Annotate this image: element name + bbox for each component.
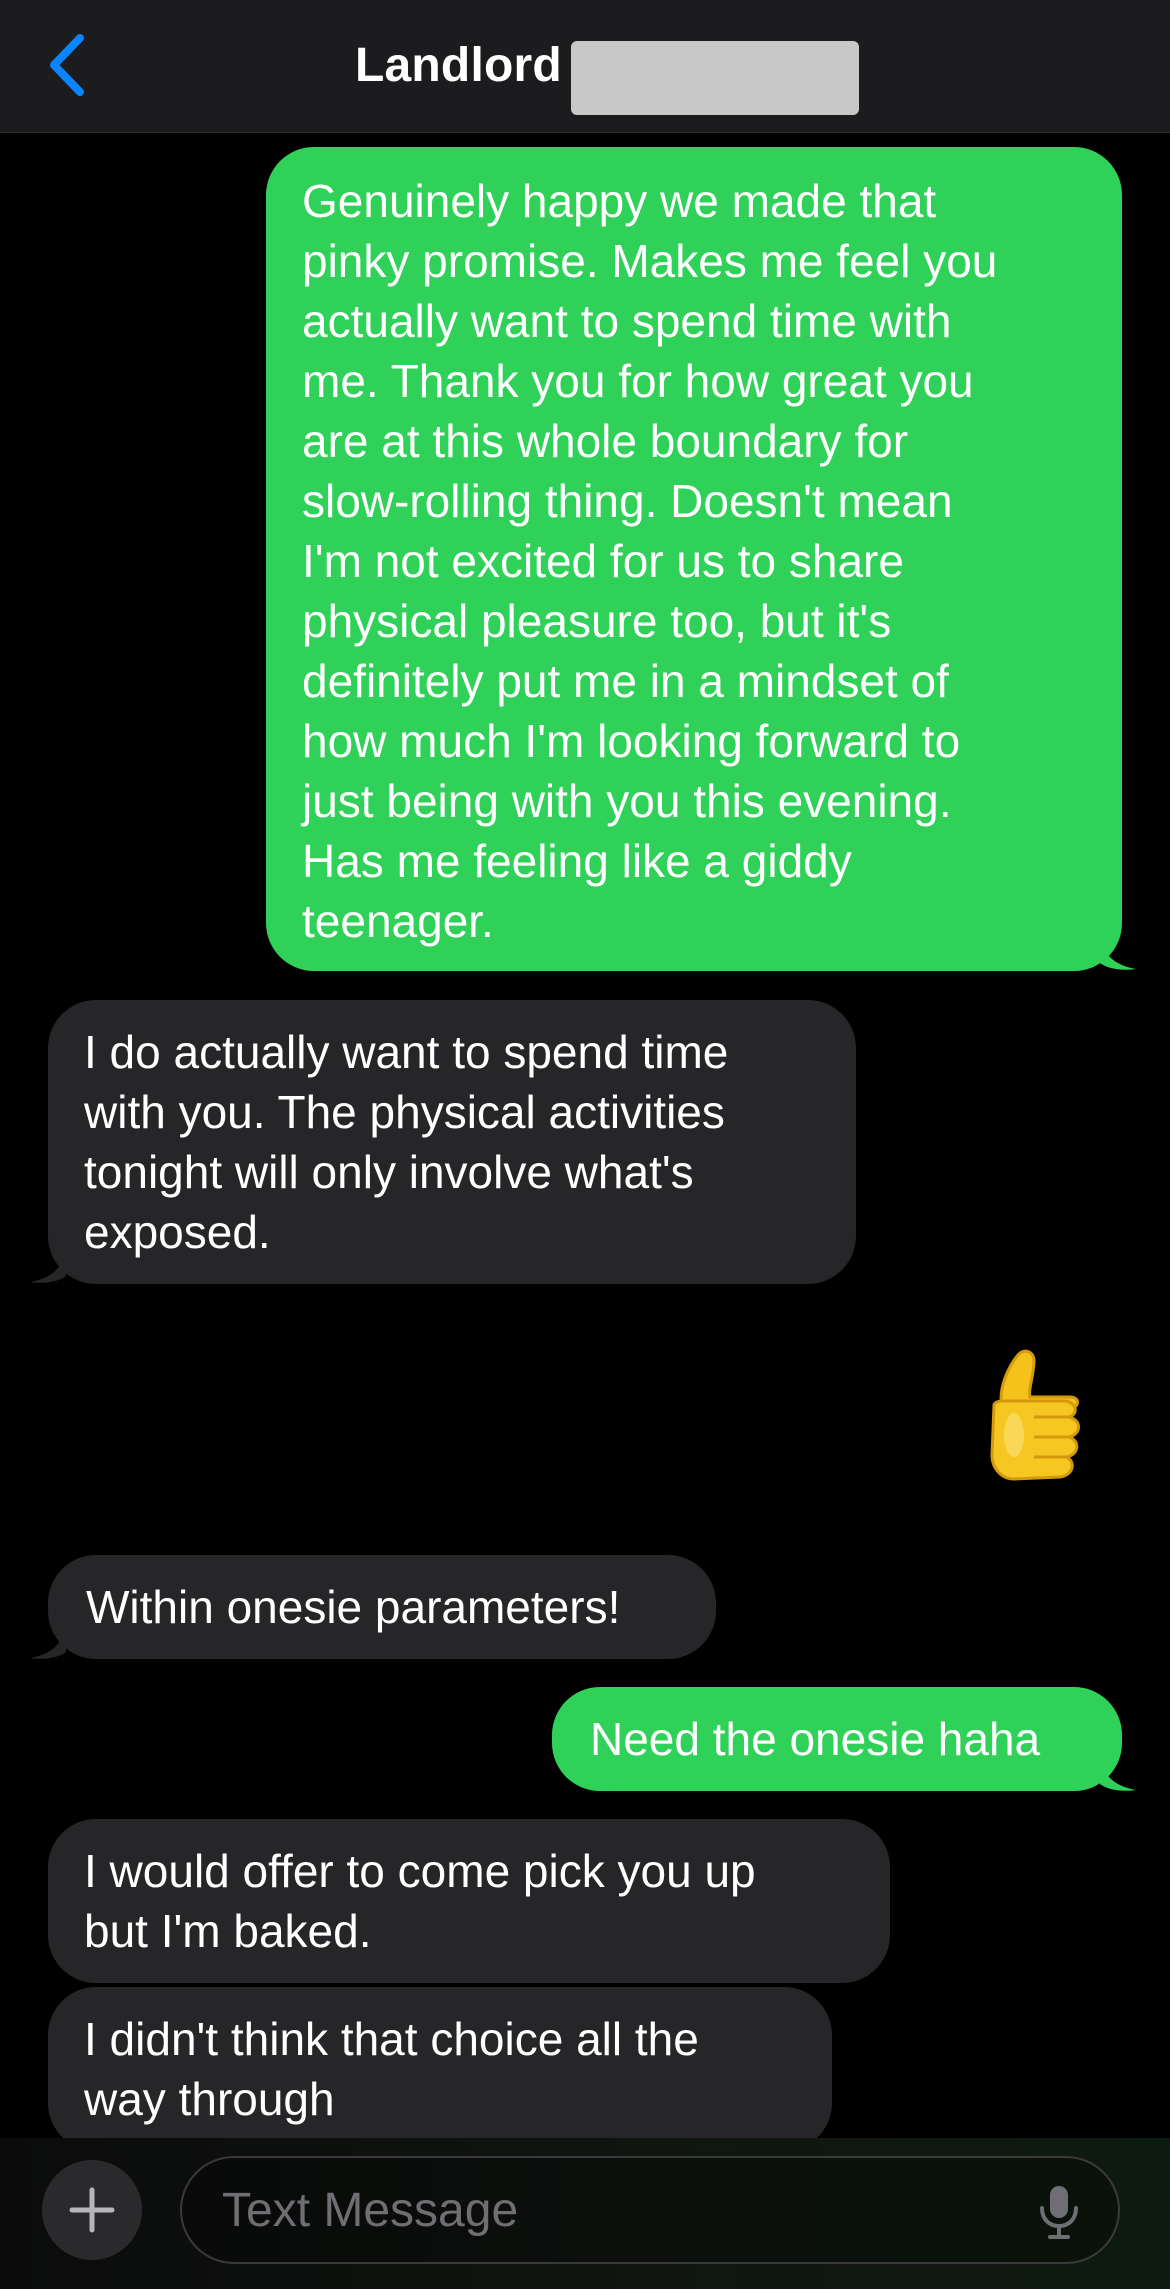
bubble-tail — [1100, 937, 1136, 970]
message-line: actually want to spend time with — [302, 295, 952, 347]
redaction-box — [571, 41, 859, 115]
microphone-icon[interactable] — [1036, 2184, 1082, 2240]
message-line: I'm not excited for us to share — [302, 535, 904, 587]
back-button[interactable] — [40, 30, 100, 100]
sent-message-bubble[interactable]: Genuinely happy we made that pinky promi… — [266, 147, 1122, 971]
message-line: I do actually want to spend time — [84, 1026, 729, 1078]
plus-icon — [69, 2187, 115, 2233]
message-line: but I'm baked. — [84, 1905, 372, 1957]
message-line: pinky promise. Makes me feel you — [302, 235, 998, 287]
message-line: are at this whole boundary for — [302, 415, 909, 467]
received-message-bubble[interactable]: I do actually want to spend time with yo… — [48, 1000, 856, 1284]
message-line: definitely put me in a mindset of — [302, 655, 949, 707]
received-message-bubble[interactable]: Within onesie parameters! — [48, 1555, 716, 1659]
sent-message-bubble[interactable]: Need the onesie haha — [552, 1687, 1122, 1791]
message-line: Within onesie parameters! — [86, 1581, 621, 1633]
message-line: exposed. — [84, 1206, 271, 1258]
message-input[interactable]: Text Message — [180, 2156, 1120, 2264]
message-line: how much I'm looking forward to — [302, 715, 961, 767]
message-line: way through — [84, 2073, 335, 2125]
message-line: Genuinely happy we made that — [302, 175, 937, 227]
chevron-left-icon — [50, 34, 84, 96]
received-message-bubble[interactable]: I would offer to come pick you up but I'… — [48, 1819, 890, 1983]
contact-name[interactable]: Landlord — [355, 36, 562, 96]
bubble-tail — [30, 1250, 66, 1283]
message-line: Need the onesie haha — [590, 1713, 1041, 1765]
message-line: with you. The physical activities — [84, 1086, 725, 1138]
message-line: teenager. — [302, 895, 494, 947]
message-line: I didn't think that choice all the — [84, 2013, 699, 2065]
bubble-tail — [30, 1626, 66, 1659]
message-input-placeholder: Text Message — [222, 2184, 519, 2237]
conversation-header: Landlord — [0, 0, 1170, 133]
message-line: tonight will only involve what's — [84, 1146, 694, 1198]
message-line: Has me feeling like a giddy — [302, 835, 852, 887]
bubble-tail — [1100, 1758, 1136, 1791]
received-message-bubble[interactable]: I didn't think that choice all the way t… — [48, 1987, 832, 2151]
message-composer: Text Message — [0, 2138, 1170, 2289]
message-line: I would offer to come pick you up — [84, 1845, 756, 1897]
message-line: me. Thank you for how great you — [302, 355, 974, 407]
message-line: slow-rolling thing. Doesn't mean — [302, 475, 953, 527]
thumbs-up-emoji[interactable] — [972, 1345, 1120, 1495]
message-line: physical pleasure too, but it's — [302, 595, 892, 647]
message-line: just being with you this evening. — [302, 775, 952, 827]
add-attachment-button[interactable] — [42, 2160, 142, 2260]
